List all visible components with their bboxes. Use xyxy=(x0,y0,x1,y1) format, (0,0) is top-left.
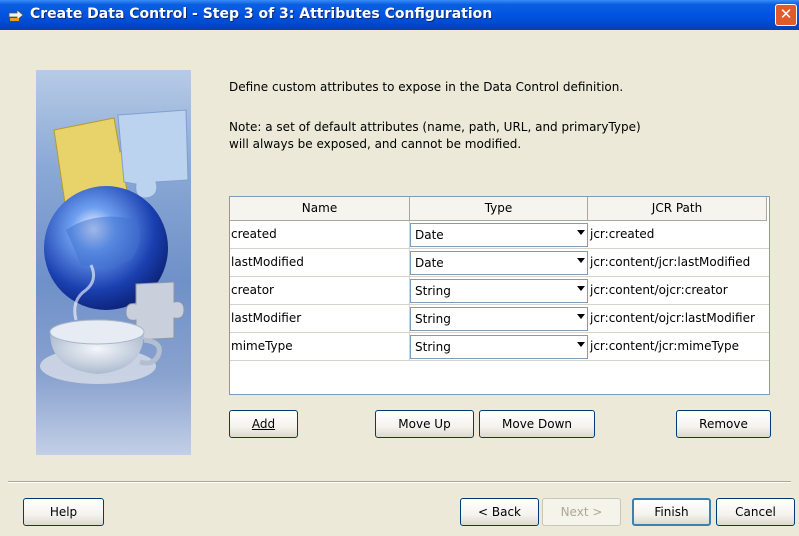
chevron-down-icon[interactable] xyxy=(577,342,585,347)
type-cell: Date xyxy=(410,249,588,276)
chevron-down-icon[interactable] xyxy=(577,286,585,291)
chevron-down-icon[interactable] xyxy=(577,230,585,235)
next-button-label: Next > xyxy=(560,505,603,519)
jcr-path-cell[interactable]: jcr:content/ojcr:creator xyxy=(589,277,769,304)
name-cell[interactable]: created xyxy=(230,221,410,248)
type-dropdown[interactable]: Date xyxy=(410,251,588,275)
type-value: String xyxy=(415,340,451,354)
note-line-1: Note: a set of default attributes (name,… xyxy=(229,120,641,134)
attributes-table: Name Type JCR Path created Date jcr:crea… xyxy=(229,196,770,395)
type-dropdown[interactable]: String xyxy=(410,279,588,303)
back-button-label: < Back xyxy=(477,505,521,519)
move-down-button[interactable]: Move Down xyxy=(479,410,595,438)
type-dropdown[interactable]: Date xyxy=(410,223,588,247)
add-button[interactable]: Add xyxy=(229,410,298,438)
remove-button[interactable]: Remove xyxy=(676,410,771,438)
window-title: Create Data Control - Step 3 of 3: Attri… xyxy=(30,6,493,22)
note-text: Note: a set of default attributes (name,… xyxy=(229,119,641,153)
back-button[interactable]: < Back xyxy=(460,498,539,526)
table-row[interactable]: mimeType String jcr:content/jcr:mimeType xyxy=(230,333,769,361)
table-row[interactable]: created Date jcr:created xyxy=(230,221,769,249)
jcr-path-cell[interactable]: jcr:created xyxy=(589,221,769,248)
duke-arrow-icon xyxy=(8,9,24,21)
table-row[interactable]: lastModified Date jcr:content/jcr:lastMo… xyxy=(230,249,769,277)
cancel-button[interactable]: Cancel xyxy=(716,498,795,526)
close-icon: ✕ xyxy=(779,5,793,23)
jcr-path-cell[interactable]: jcr:content/ojcr:lastModifier xyxy=(589,305,769,332)
type-dropdown[interactable]: String xyxy=(410,307,588,331)
remove-button-label: Remove xyxy=(699,417,748,431)
finish-button[interactable]: Finish xyxy=(632,498,711,526)
type-value: String xyxy=(415,312,451,326)
table-header: Name Type JCR Path xyxy=(230,197,767,221)
add-button-label: Add xyxy=(251,417,276,431)
column-header-type[interactable]: Type xyxy=(410,197,588,221)
dialog-window: Create Data Control - Step 3 of 3: Attri… xyxy=(0,0,799,536)
column-header-jcr-path[interactable]: JCR Path xyxy=(588,197,767,221)
help-button[interactable]: Help xyxy=(23,498,104,526)
type-dropdown[interactable]: String xyxy=(410,335,588,359)
move-up-button[interactable]: Move Up xyxy=(375,410,474,438)
type-value: String xyxy=(415,284,451,298)
type-cell: String xyxy=(410,333,588,360)
type-cell: Date xyxy=(410,221,588,248)
move-down-button-label: Move Down xyxy=(502,417,572,431)
cancel-button-label: Cancel xyxy=(735,505,776,519)
finish-button-label: Finish xyxy=(654,505,689,519)
name-cell[interactable]: lastModified xyxy=(230,249,410,276)
move-up-button-label: Move Up xyxy=(398,417,451,431)
close-button[interactable]: ✕ xyxy=(775,4,797,26)
chevron-down-icon[interactable] xyxy=(577,258,585,263)
help-button-label: Help xyxy=(49,505,78,519)
name-cell[interactable]: creator xyxy=(230,277,410,304)
type-value: Date xyxy=(415,256,444,270)
note-line-2: will always be exposed, and cannot be mo… xyxy=(229,137,522,151)
name-cell[interactable]: lastModifier xyxy=(230,305,410,332)
jcr-path-cell[interactable]: jcr:content/jcr:mimeType xyxy=(589,333,769,360)
table-row[interactable]: lastModifier String jcr:content/ojcr:las… xyxy=(230,305,769,333)
chevron-down-icon[interactable] xyxy=(577,314,585,319)
footer-separator xyxy=(8,481,791,483)
table-body: created Date jcr:created lastModified Da… xyxy=(230,221,769,361)
type-cell: String xyxy=(410,305,588,332)
name-cell[interactable]: mimeType xyxy=(230,333,410,360)
next-button[interactable]: Next > xyxy=(542,498,621,526)
column-header-name[interactable]: Name xyxy=(230,197,410,221)
type-value: Date xyxy=(415,228,444,242)
puzzle-globe-illustration xyxy=(40,109,189,384)
type-cell: String xyxy=(410,277,588,304)
table-row[interactable]: creator String jcr:content/ojcr:creator xyxy=(230,277,769,305)
title-bar: Create Data Control - Step 3 of 3: Attri… xyxy=(0,0,799,30)
jcr-path-cell[interactable]: jcr:content/jcr:lastModified xyxy=(589,249,769,276)
description-text: Define custom attributes to expose in th… xyxy=(229,80,624,94)
wizard-side-image xyxy=(36,70,191,455)
